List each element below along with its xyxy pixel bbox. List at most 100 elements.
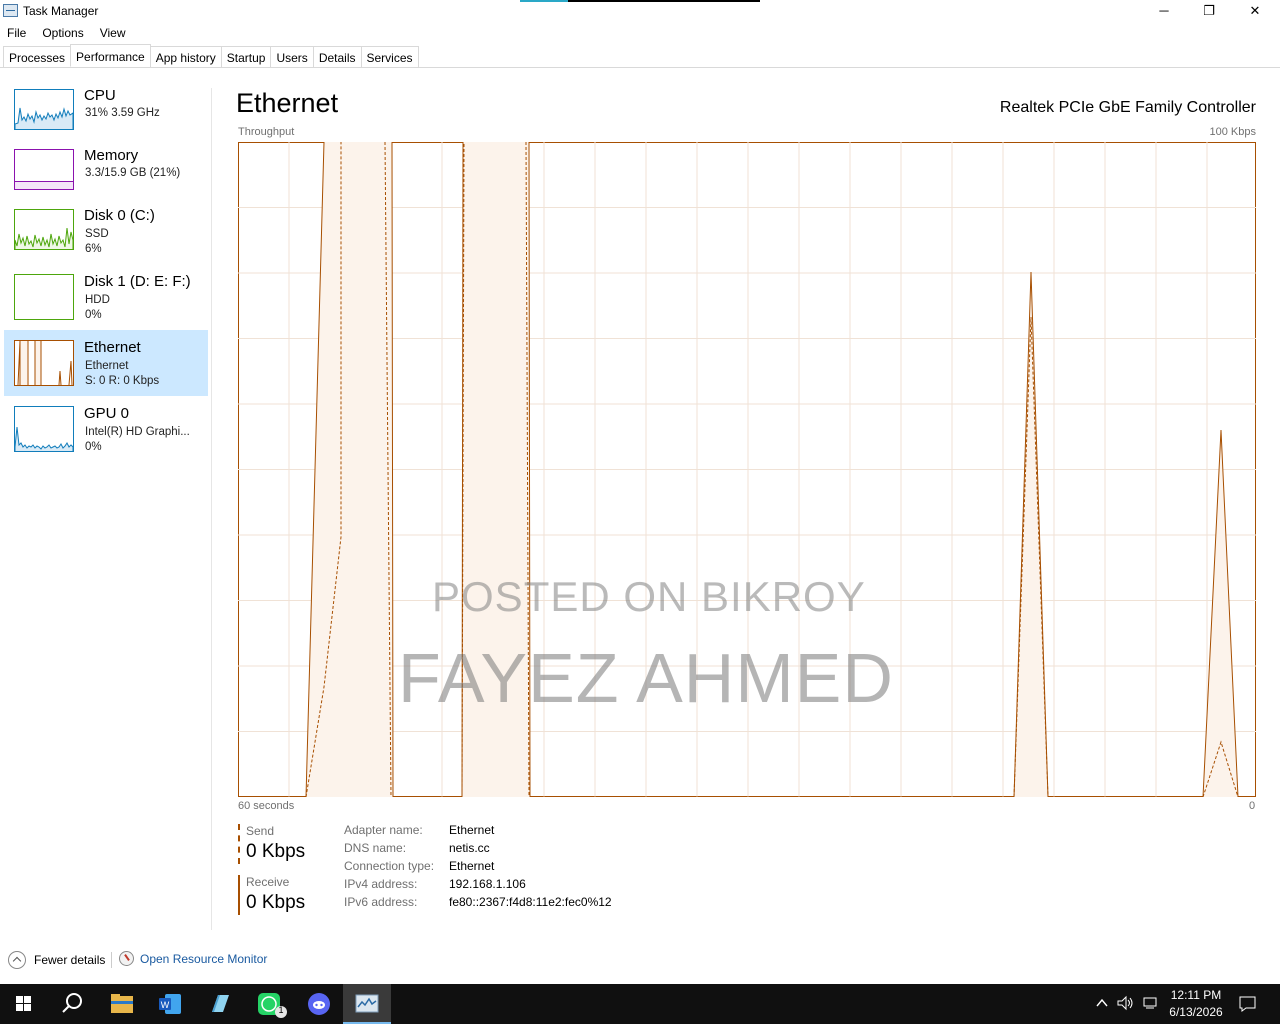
window-title: Task Manager: [23, 4, 99, 18]
task-manager-app-icon: [3, 4, 18, 17]
svg-text:W: W: [161, 1000, 170, 1010]
sidebar-gpu0-model: Intel(R) HD Graphi...: [85, 426, 190, 438]
open-resource-monitor-label: Open Resource Monitor: [140, 951, 268, 966]
sidebar-disk0-usage: 6%: [85, 243, 102, 255]
menu-view[interactable]: View: [92, 23, 134, 43]
close-button[interactable]: ✕: [1232, 0, 1278, 22]
send-stat: Send 0 Kbps: [238, 824, 328, 868]
property-row: Adapter name: Ethernet: [344, 823, 612, 841]
property-key: Connection type:: [344, 859, 435, 873]
memory-fill: [15, 181, 73, 189]
send-label: Send: [246, 824, 275, 838]
property-value: fe80::2367:f4d8:11e2:fec0%12: [449, 895, 612, 909]
tab-details[interactable]: Details: [312, 46, 362, 68]
chevron-up-icon[interactable]: [1095, 996, 1109, 1010]
property-key: Adapter name:: [344, 823, 423, 837]
word-button[interactable]: W: [146, 984, 194, 1024]
menu-bar: File Options View: [0, 23, 1280, 43]
adapter-name-header: Realtek PCIe GbE Family Controller: [999, 99, 1256, 116]
sidebar-memory-usage: 3.3/15.9 GB (21%): [85, 167, 181, 179]
sidebar-item-disk1[interactable]: Disk 1 (D: E: F:) HDD 0%: [4, 264, 208, 330]
ethernet-thumbnail-graph: [14, 340, 74, 386]
whatsapp-badge: 1: [278, 1005, 284, 1015]
tab-startup[interactable]: Startup: [220, 46, 272, 68]
receive-label: Receive: [246, 875, 290, 889]
property-row: IPv4 address: 192.168.1.106: [344, 877, 612, 895]
sidebar-memory-title: Memory: [84, 147, 139, 164]
fewer-details-button[interactable]: Fewer details: [8, 951, 105, 969]
property-value: Ethernet: [449, 823, 495, 837]
graph-max-label: 100 Kbps: [1209, 126, 1256, 138]
fewer-details-label: Fewer details: [34, 953, 106, 967]
word-icon: W: [159, 994, 181, 1014]
clock-date[interactable]: 6/13/2026: [1164, 1005, 1228, 1019]
watermark-name: FAYEZ AHMED: [398, 639, 894, 717]
sidebar-ethernet-rate: S: 0 R: 0 Kbps: [85, 375, 160, 387]
sidebar-cpu-title: CPU: [84, 87, 116, 104]
disk0-sparkline: [15, 227, 73, 249]
task-manager-taskbar-button[interactable]: [343, 984, 391, 1024]
clock-time[interactable]: 12:11 PM: [1164, 988, 1228, 1002]
sidebar-disk0-type: SSD: [85, 228, 109, 240]
notepad-button[interactable]: [196, 984, 244, 1024]
property-row: Connection type: Ethernet: [344, 859, 612, 877]
search-icon: [62, 993, 82, 1013]
discord-icon: [308, 993, 330, 1015]
windows-icon: [16, 996, 31, 1011]
graph-zero-label: 0: [1249, 800, 1256, 812]
receive-stat: Receive 0 Kbps: [238, 875, 328, 919]
whatsapp-button[interactable]: 1: [246, 984, 294, 1024]
tab-processes[interactable]: Processes: [3, 46, 72, 68]
menu-options[interactable]: Options: [34, 23, 91, 43]
tab-users[interactable]: Users: [270, 46, 314, 68]
tab-app-history[interactable]: App history: [149, 46, 222, 68]
property-row: IPv6 address: fe80::2367:f4d8:11e2:fec0%…: [344, 895, 612, 913]
tab-performance[interactable]: Performance: [70, 44, 151, 67]
resource-monitor-icon: [119, 951, 134, 966]
sidebar-item-cpu[interactable]: CPU 31% 3.59 GHz: [4, 78, 208, 138]
sidebar-ethernet-type: Ethernet: [85, 360, 129, 372]
sidebar-disk0-title: Disk 0 (C:): [84, 207, 155, 224]
property-value: Ethernet: [449, 859, 495, 873]
open-resource-monitor-link[interactable]: Open Resource Monitor: [119, 951, 267, 966]
sidebar-item-disk0[interactable]: Disk 0 (C:) SSD 6%: [4, 198, 208, 264]
chevron-up-icon: [8, 951, 26, 969]
send-legend-line: [238, 824, 240, 864]
sidebar-item-ethernet[interactable]: Ethernet Ethernet S: 0 R: 0 Kbps: [4, 330, 208, 396]
adapter-properties: Adapter name: Ethernet DNS name: netis.c…: [344, 823, 612, 913]
disk1-thumbnail-graph: [14, 274, 74, 320]
file-explorer-button[interactable]: [98, 984, 146, 1024]
property-row: DNS name: netis.cc: [344, 841, 612, 859]
cpu-thumbnail-graph: [14, 89, 74, 130]
minimize-button[interactable]: ─: [1141, 0, 1187, 22]
maximize-button[interactable]: ❐: [1186, 0, 1232, 22]
watermark-posted: POSTED ON BIKROY: [432, 573, 866, 620]
notepad-icon: [212, 995, 229, 1012]
sidebar-item-memory[interactable]: Memory 3.3/15.9 GB (21%): [4, 138, 208, 198]
property-value: netis.cc: [449, 841, 490, 855]
notification-icon[interactable]: [1238, 995, 1258, 1013]
property-key: IPv6 address:: [344, 895, 418, 909]
sidebar-disk1-usage: 0%: [85, 309, 102, 321]
page-title: Ethernet: [236, 88, 339, 118]
ethernet-sparkline: [17, 341, 73, 385]
property-value: 192.168.1.106: [449, 877, 526, 891]
gpu0-sparkline: [15, 426, 73, 451]
disk0-thumbnail-graph: [14, 209, 74, 250]
search-button[interactable]: [48, 984, 96, 1024]
discord-button[interactable]: [295, 984, 343, 1024]
start-button[interactable]: [0, 984, 48, 1024]
title-accent-bar: [520, 0, 760, 2]
sidebar-disk1-type: HDD: [85, 294, 110, 306]
network-icon[interactable]: [1142, 995, 1160, 1011]
graph-time-label: 60 seconds: [238, 800, 295, 812]
sidebar-divider: [211, 88, 212, 930]
sidebar-disk1-title: Disk 1 (D: E: F:): [84, 273, 191, 290]
memory-thumbnail-graph: [14, 149, 74, 190]
menu-file[interactable]: File: [0, 23, 34, 43]
tab-services[interactable]: Services: [360, 46, 419, 68]
title-bar: Task Manager ─ ❐ ✕: [0, 0, 1280, 22]
taskbar: W 1 12:11 PM 6/13/2026: [0, 984, 1280, 1024]
volume-icon[interactable]: [1117, 995, 1135, 1011]
sidebar-item-gpu0[interactable]: GPU 0 Intel(R) HD Graphi... 0%: [4, 396, 208, 462]
